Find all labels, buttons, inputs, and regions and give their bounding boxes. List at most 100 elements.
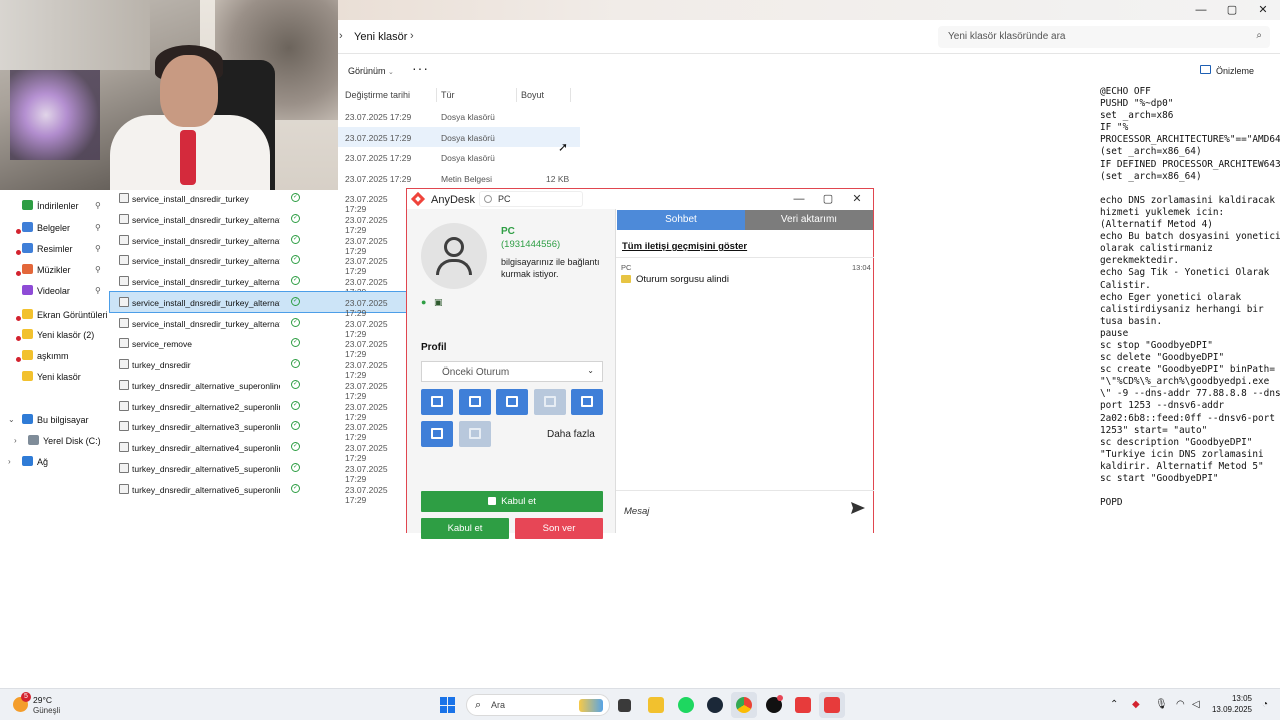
sidebar-item[interactable]: Yeni klasör	[0, 367, 110, 387]
tab-chat[interactable]: Sohbet	[617, 210, 745, 230]
anydesk-taskbar-icon[interactable]	[795, 697, 811, 713]
table-row[interactable]: service_install_dnsredir_turkey ✓ 23.07.20…	[110, 188, 410, 214]
tab-file-transfer[interactable]: Veri aktarımı	[745, 210, 873, 230]
table-row[interactable]: turkey_dnsredir_alternative_superonline ✓…	[110, 375, 410, 401]
table-row[interactable]: turkey_dnsredir_alternative6_superonline…	[110, 479, 410, 505]
anydesk-maximize-button[interactable]: ▢	[818, 192, 838, 206]
weather-temperature[interactable]: 29°C	[33, 695, 52, 705]
table-row[interactable]: turkey_dnsredir_alternative4_superonline…	[110, 437, 410, 463]
steam-icon[interactable]	[707, 697, 723, 713]
reject-button[interactable]: Son ver	[515, 518, 603, 539]
table-row[interactable]: service_install_dnsredir_turkey_alternat…	[109, 290, 411, 318]
sidebar-item[interactable]: aşkımm	[0, 346, 110, 366]
screen-permission-button[interactable]	[571, 389, 603, 415]
sidebar-item-label: Ağ	[37, 457, 49, 467]
column-header-size[interactable]: Boyut	[521, 90, 544, 100]
table-row[interactable]: turkey_dnsredir_alternative3_superonline…	[110, 416, 410, 442]
sidebar-item[interactable]: Belgeler ⚲	[0, 218, 110, 238]
notification-bell-icon[interactable]: ◔	[1262, 699, 1268, 710]
audio-permission-button[interactable]	[534, 389, 566, 415]
sidebar-item[interactable]: Yeni klasör (2)	[0, 325, 110, 345]
weather-condition[interactable]: Güneşli	[33, 706, 60, 715]
table-row[interactable]: turkey_dnsredir_alternative2_superonline…	[110, 396, 410, 422]
clipboard-file-permission-button[interactable]	[459, 389, 491, 415]
preview-line: IF DEFINED PROCESSOR_ARCHITEW6432	[1100, 158, 1280, 170]
anydesk-tray-icon[interactable]: ◆	[1132, 699, 1140, 710]
start-button[interactable]	[440, 697, 456, 713]
preview-pane-button[interactable]: Önizleme	[1216, 66, 1254, 76]
file-explorer-icon[interactable]	[648, 697, 664, 713]
row-filename: turkey_dnsredir	[132, 360, 191, 370]
anydesk-logo-icon	[410, 191, 426, 207]
system-clock[interactable]: 13:05 13.09.2025	[1198, 694, 1252, 715]
keyboard-permission-button[interactable]	[421, 389, 453, 415]
profile-select[interactable]: Önceki Oturum ⌄	[421, 361, 603, 382]
sidebar-item[interactable]: Videolar ⚲	[0, 281, 110, 301]
chevron-up-icon[interactable]: ⌃	[1110, 699, 1118, 710]
row-filename: turkey_dnsredir_alternative4_superonline	[132, 443, 280, 453]
table-row[interactable]: service_install_dnsredir_turkey_alternat…	[110, 209, 410, 235]
sidebar-item[interactable]: › Ağ	[0, 452, 110, 472]
breadcrumb-chevron-icon[interactable]: ›	[410, 30, 414, 42]
sidebar-item[interactable]: Ekran Görüntüleri	[0, 305, 110, 325]
view-button[interactable]: Görünüm ⌄	[348, 66, 394, 76]
sync-status-icon: ✓	[291, 193, 300, 202]
anydesk-minimize-button[interactable]: —	[789, 192, 809, 206]
anydesk-chat-panel: Sohbet Veri aktarımı Tüm iletişi geçmişi…	[615, 209, 874, 533]
sidebar-item-label: Müzikler	[37, 265, 71, 275]
chevron-right-icon[interactable]: ›	[8, 457, 11, 466]
row-type: Dosya klasörü	[441, 132, 495, 143]
sidebar-item[interactable]: Resimler ⚲	[0, 239, 110, 259]
breadcrumb-chevron-icon[interactable]: ›	[339, 30, 343, 42]
table-row[interactable]: service_install_dnsredir_turkey_alternat…	[110, 313, 410, 339]
privacy-permission-button[interactable]	[459, 421, 491, 447]
table-row[interactable]: service_install_dnsredir_turkey_alternat…	[110, 230, 410, 256]
task-view-icon[interactable]	[618, 699, 631, 712]
explorer-maximize-button[interactable]: ▢	[1217, 2, 1247, 18]
taskbar-search-input[interactable]: ⌕ Ara	[466, 694, 610, 716]
send-icon[interactable]	[850, 500, 866, 516]
accept-full-access-button[interactable]: Kabul et	[421, 491, 603, 512]
sidebar-item[interactable]: › Yerel Disk (C:)	[0, 431, 110, 451]
chevron-right-icon[interactable]: ›	[14, 436, 17, 445]
webcam-person-head	[160, 55, 218, 127]
chevron-down-icon[interactable]: ⌄	[8, 415, 15, 424]
sidebar-item[interactable]: Müzikler ⚲	[0, 260, 110, 280]
preview-line: gerekmektedir.	[1100, 255, 1180, 267]
more-options-button[interactable]: ···	[412, 60, 429, 76]
avatar-head	[444, 237, 464, 257]
column-divider[interactable]	[570, 88, 571, 102]
clipboard-permission-button[interactable]	[496, 389, 528, 415]
microphone-icon[interactable]: 🎙	[1155, 699, 1168, 710]
table-row[interactable]: service_install_dnsredir_turkey_alternat…	[110, 271, 410, 297]
webcam-overlay	[0, 0, 338, 190]
message-input[interactable]: Mesaj	[624, 506, 649, 517]
anydesk-close-button[interactable]: ✕	[847, 192, 867, 206]
chrome-icon[interactable]	[736, 697, 752, 713]
table-row[interactable]: turkey_dnsredir_alternative5_superonline…	[110, 458, 410, 484]
column-header-date[interactable]: Değiştirme tarihi	[345, 90, 410, 100]
table-row[interactable]: turkey_dnsredir ✓ 23.07.2025 17:29	[110, 354, 410, 380]
screen-icon	[581, 396, 593, 407]
column-header-type[interactable]: Tür	[441, 90, 455, 100]
table-row[interactable]: service_install_dnsredir_turkey_alternat…	[110, 250, 410, 276]
accept-button[interactable]: Kabul et	[421, 518, 509, 539]
anydesk-taskbar-icon-active[interactable]	[824, 697, 840, 713]
explorer-search-input[interactable]: Yeni klasör klasöründe ara ⌕	[938, 26, 1270, 48]
spotify-icon[interactable]	[678, 697, 694, 713]
anydesk-session-tab[interactable]: PC	[479, 191, 583, 207]
sidebar-item[interactable]: ⌄ Bu bilgisayar	[0, 410, 110, 430]
explorer-close-button[interactable]: ✕	[1248, 2, 1278, 18]
row-filename: turkey_dnsredir_alternative6_superonline	[132, 484, 280, 495]
wifi-icon[interactable]: ◠	[1176, 699, 1185, 710]
folder-icon	[22, 309, 33, 319]
draw-permission-button[interactable]	[421, 421, 453, 447]
column-divider[interactable]	[516, 88, 517, 102]
column-divider[interactable]	[436, 88, 437, 102]
sidebar-item[interactable]: İndirilenler ⚲	[0, 196, 110, 216]
show-history-link[interactable]: Tüm iletişi geçmişini göster	[622, 241, 747, 252]
breadcrumb-current[interactable]: Yeni klasör	[354, 31, 407, 43]
more-permissions-link[interactable]: Daha fazla	[547, 429, 595, 440]
table-row[interactable]: service_remove ✓ 23.07.2025 17:29	[110, 333, 410, 359]
explorer-minimize-button[interactable]: —	[1186, 2, 1216, 18]
